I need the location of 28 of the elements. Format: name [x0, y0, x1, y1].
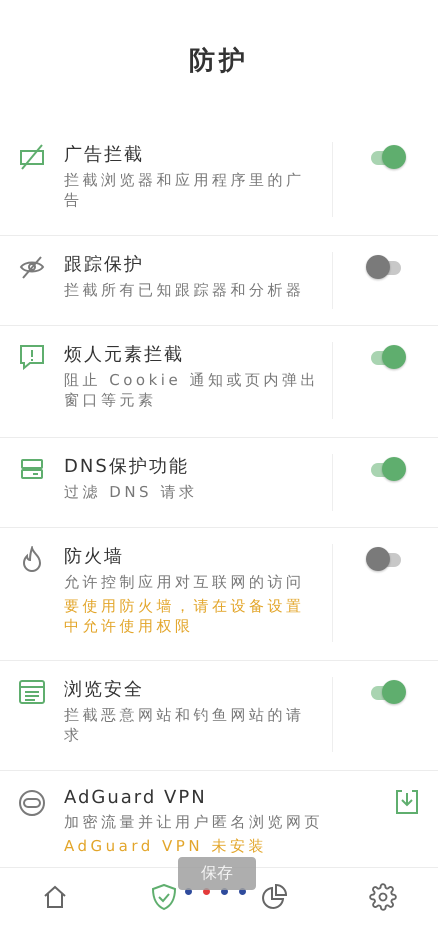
browser-window-icon: [18, 679, 46, 705]
feature-title: 跟踪保护: [64, 253, 145, 276]
feature-title: 烦人元素拦截: [64, 343, 185, 366]
toast-message: 保存: [178, 857, 256, 890]
feature-title: 防火墙: [64, 545, 125, 568]
alert-message-icon: [19, 344, 45, 370]
home-icon: [42, 884, 68, 910]
feature-description: 允许控制应用对互联网的访问: [64, 572, 306, 592]
settings-icon: [369, 883, 398, 911]
warning-text: AdGuard VPN 未安装: [64, 836, 267, 856]
feature-title: AdGuard VPN: [64, 787, 208, 808]
feature-title: 浏览安全: [64, 678, 145, 701]
feature-title: DNS保护功能: [64, 455, 190, 478]
download-icon[interactable]: [395, 789, 419, 815]
feature-description: 拦截所有已知跟踪器和分析器: [64, 280, 306, 300]
hidden-eye-icon: [19, 254, 45, 280]
crossed-rectangle-icon: [19, 144, 45, 170]
warning-text: 要使用防火墙，请在设备设置中允许使用权限: [64, 596, 306, 636]
page-title: 防护: [188, 44, 250, 78]
feature-description: 阻止 Cookie 通知或页内弹出窗口等元素: [64, 370, 320, 410]
pie-chart-icon: [260, 884, 287, 910]
feature-description: 拦截浏览器和应用程序里的广告: [64, 170, 306, 210]
feature-title: 广告拦截: [64, 143, 145, 166]
feature-description: 加密流量并让用户匿名浏览网页: [64, 812, 324, 832]
shield-check-icon: [150, 883, 178, 911]
feature-description: 拦截恶意网站和钓鱼网站的请求: [64, 705, 306, 745]
feature-description: 过滤 DNS 请求: [64, 482, 198, 502]
server-icon: [19, 456, 45, 482]
